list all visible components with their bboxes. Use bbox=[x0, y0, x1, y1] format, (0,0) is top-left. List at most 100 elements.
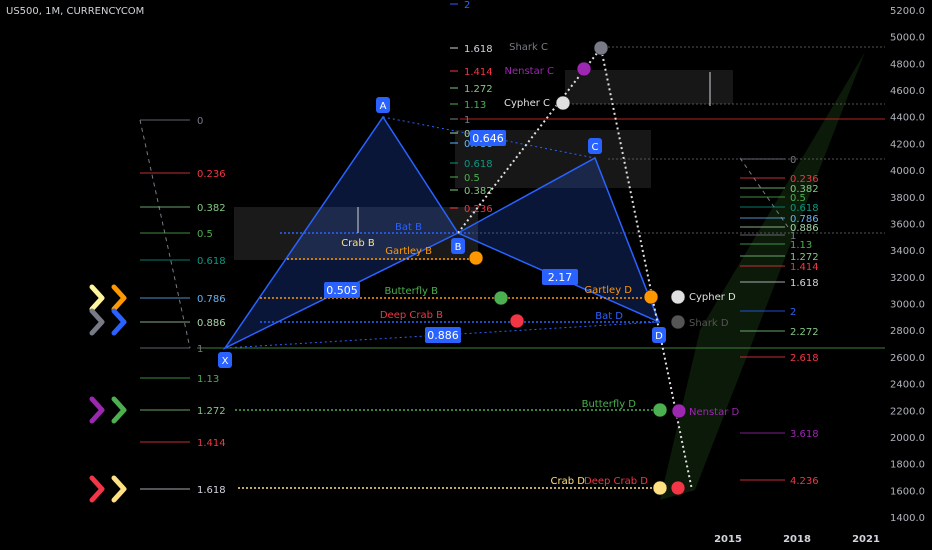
pivot-label: B bbox=[455, 242, 462, 253]
ratio-label: 0.505 bbox=[326, 284, 358, 297]
x-tick-label: 2018 bbox=[783, 534, 811, 545]
fib-level-label: 0.382 bbox=[464, 186, 493, 197]
x-tick-label: 2021 bbox=[852, 534, 880, 545]
y-tick-label: 4600.0 bbox=[890, 86, 925, 97]
y-tick-label: 3800.0 bbox=[890, 193, 925, 204]
ratio-label: 0.646 bbox=[472, 132, 504, 145]
chevron-right-icon bbox=[111, 396, 127, 424]
chevron-right-icon bbox=[89, 284, 105, 312]
fib-level-label: 1 bbox=[464, 115, 470, 126]
y-tick-label: 4400.0 bbox=[890, 113, 925, 124]
fib-level-label: 1.13 bbox=[790, 240, 812, 251]
fib-level-label: 1.414 bbox=[464, 67, 493, 78]
y-tick-label: 3200.0 bbox=[890, 273, 925, 284]
chevron-right-icon bbox=[111, 284, 127, 312]
pattern-point-marker bbox=[555, 95, 571, 111]
pattern-point-label: Crab D bbox=[551, 476, 586, 487]
y-tick-label: 3600.0 bbox=[890, 219, 925, 230]
fib-level-label: 1 bbox=[197, 344, 203, 355]
pattern-point-label: Gartley B bbox=[385, 246, 432, 257]
pattern-point-marker bbox=[643, 289, 659, 305]
fib-level-label: 0.382 bbox=[197, 203, 226, 214]
pattern-point-label: Nenstar D bbox=[689, 407, 740, 418]
fib-level-label: 1.272 bbox=[197, 406, 226, 417]
fib-level-label: 2 bbox=[790, 307, 796, 318]
pattern-point-label: Deep Crab B bbox=[380, 310, 443, 321]
fib-level-label: 1.618 bbox=[464, 44, 493, 55]
pattern-point-label: Shark D bbox=[689, 318, 729, 329]
y-tick-label: 2000.0 bbox=[890, 433, 925, 444]
pattern-point-label: Cypher C bbox=[504, 98, 550, 109]
pattern-point-marker bbox=[670, 314, 686, 330]
pivot-label: X bbox=[222, 356, 229, 367]
fib-level-label: 1.13 bbox=[197, 374, 219, 385]
y-tick-label: 4000.0 bbox=[890, 166, 925, 177]
pattern-point-label: Butterfly D bbox=[582, 399, 637, 410]
y-tick-label: 4800.0 bbox=[890, 59, 925, 70]
fib-level-label: 0.236 bbox=[197, 169, 226, 180]
pattern-point-label: Shark C bbox=[509, 42, 548, 53]
fib-level-label: 2 bbox=[464, 0, 470, 11]
pivot-label: D bbox=[655, 331, 663, 342]
projection-line bbox=[139, 119, 191, 349]
y-tick-label: 2200.0 bbox=[890, 406, 925, 417]
y-tick-label: 2600.0 bbox=[890, 353, 925, 364]
chart-area: US500, 1M, CURRENCYCOM 0 0.236 0.382 0.5 0.6… bbox=[0, 0, 932, 550]
chevron-right-icon bbox=[111, 308, 127, 336]
fib-level-label: 0.618 bbox=[790, 203, 819, 214]
y-tick-label: 1600.0 bbox=[890, 486, 925, 497]
fib-level-label: 1.13 bbox=[464, 100, 486, 111]
pivot-label: C bbox=[592, 142, 599, 153]
harmonic-pattern-chart: 0 0.236 0.382 0.5 0.618 0.786 0.886 1 1.13 1.272 1… bbox=[89, 0, 925, 545]
pattern-point-label: Gartley D bbox=[584, 285, 632, 296]
fib-level-label: 1.272 bbox=[464, 84, 493, 95]
pattern-point-label: Cypher D bbox=[689, 292, 736, 303]
fib-level-label: 0.886 bbox=[197, 318, 226, 329]
fib-level-label: 2.618 bbox=[790, 353, 819, 364]
chevron-right-icon bbox=[89, 396, 105, 424]
pattern-point-marker bbox=[652, 402, 668, 418]
pattern-point-label: Deep Crab D bbox=[584, 476, 648, 487]
pattern-point-label: Bat B bbox=[395, 222, 422, 233]
y-tick-label: 5000.0 bbox=[890, 33, 925, 44]
pattern-point-marker bbox=[670, 289, 686, 305]
fib-level-label: 1.618 bbox=[197, 485, 226, 496]
fib-level-label: 0.5 bbox=[464, 173, 480, 184]
y-tick-label: 3400.0 bbox=[890, 246, 925, 257]
fib-level-label: 2.272 bbox=[790, 327, 819, 338]
fib-level-label: 1.414 bbox=[197, 438, 226, 449]
ratio-label: 0.886 bbox=[427, 329, 459, 342]
y-tick-label: 4200.0 bbox=[890, 139, 925, 150]
fib-level-label: 3.618 bbox=[790, 429, 819, 440]
y-tick-label: 3000.0 bbox=[890, 300, 925, 311]
fib-level-label: 4.236 bbox=[790, 476, 819, 487]
fib-level-label: 0.236 bbox=[464, 204, 493, 215]
fib-level-label: 0.618 bbox=[197, 256, 226, 267]
fib-level-label: 0.5 bbox=[197, 229, 213, 240]
fib-level-label: 0.786 bbox=[197, 294, 226, 305]
y-tick-label: 1800.0 bbox=[890, 460, 925, 471]
x-tick-label: 2015 bbox=[714, 534, 742, 545]
chevron-right-icon bbox=[89, 475, 105, 503]
pattern-point-marker bbox=[509, 313, 525, 329]
pattern-point-marker bbox=[593, 40, 609, 56]
pattern-point-label: Nenstar C bbox=[504, 66, 554, 77]
y-tick-label: 2800.0 bbox=[890, 326, 925, 337]
pattern-point-label: Bat D bbox=[595, 311, 623, 322]
pattern-point-label: Crab B bbox=[341, 238, 375, 249]
fib-level-label: 1.414 bbox=[790, 262, 819, 273]
pattern-point-marker bbox=[652, 480, 668, 496]
pattern-point-marker bbox=[493, 290, 509, 306]
fib-level-label: 0 bbox=[197, 116, 203, 127]
pattern-point-marker bbox=[576, 61, 592, 77]
fib-level-label: 0.618 bbox=[464, 159, 493, 170]
fib-level-label: 0 bbox=[790, 155, 796, 166]
pattern-point-marker bbox=[468, 250, 484, 266]
chevron-right-icon bbox=[111, 475, 127, 503]
chevron-right-icon bbox=[89, 308, 105, 336]
ratio-label: 2.17 bbox=[548, 271, 573, 284]
y-tick-label: 5200.0 bbox=[890, 6, 925, 17]
fib-level-label: 1.618 bbox=[790, 278, 819, 289]
pattern-point-label: Butterfly B bbox=[384, 286, 438, 297]
y-tick-label: 1400.0 bbox=[890, 513, 925, 524]
